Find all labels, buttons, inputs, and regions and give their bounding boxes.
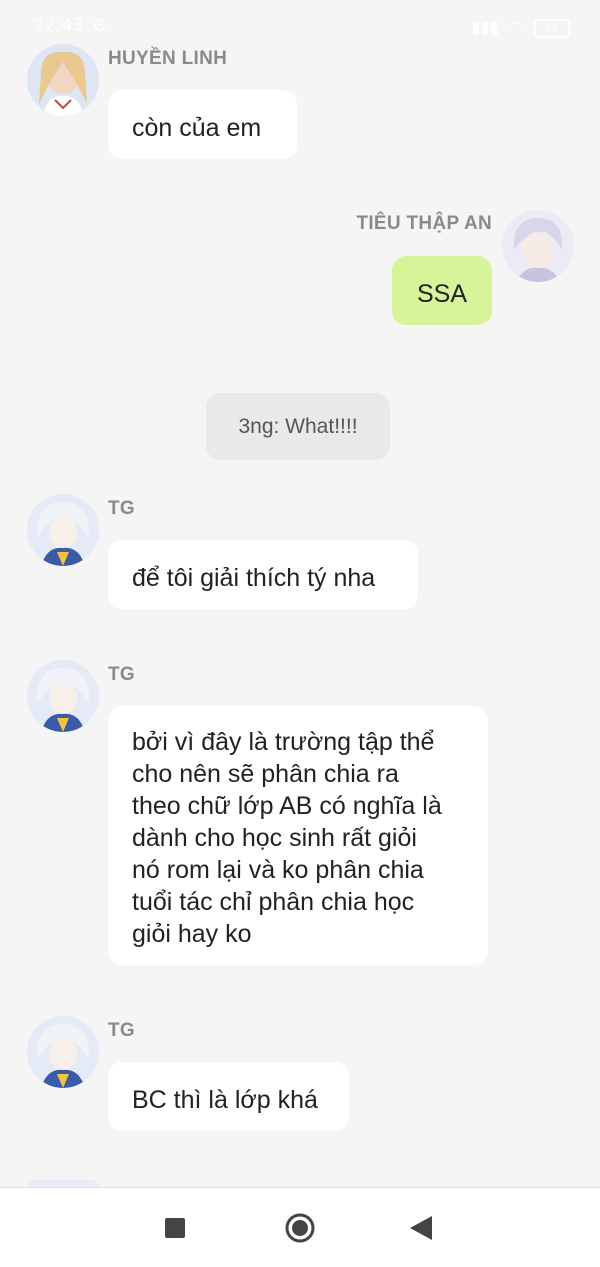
sender-name: HUYỀN LINH — [108, 48, 228, 69]
battery-icon: 58 — [534, 18, 570, 38]
system-notice: 3ng: What!!!! — [206, 393, 390, 460]
message-bubble[interactable]: để tôi giải thích tý nha — [108, 540, 418, 609]
back-triangle-icon[interactable] — [410, 1216, 432, 1244]
tg-avatar[interactable] — [27, 660, 99, 732]
settings-icon: ⚙ — [92, 16, 108, 36]
message-bubble[interactable]: còn của em — [108, 90, 297, 159]
message-bubble[interactable]: bởi vì đây là trường tập thể cho nên sẽ … — [108, 706, 488, 965]
status-indicators: ▮▮▮ ◠ 58 — [471, 18, 570, 38]
girl-avatar[interactable] — [27, 44, 99, 116]
message-bubble[interactable]: SSA — [392, 256, 492, 325]
sender-name: TIÊU THẬP AN — [356, 213, 492, 234]
chat-screen: 22:43 ⚙ ▮▮▮ ◠ 58 HUYỀN LINH còn của em T… — [0, 0, 600, 1267]
wifi-icon: ◠ — [509, 18, 524, 38]
recents-square-icon[interactable] — [165, 1218, 185, 1242]
sender-name: TG — [108, 498, 135, 519]
navigation-bar — [0, 1187, 600, 1267]
boy-avatar[interactable] — [502, 210, 574, 282]
sender-name: TG — [108, 664, 135, 685]
home-circle-icon[interactable] — [284, 1212, 316, 1248]
sender-name: TG — [108, 1020, 135, 1041]
tg-avatar[interactable] — [27, 494, 99, 566]
tg-avatar[interactable] — [27, 1016, 99, 1088]
message-bubble[interactable]: BC thì là lớp khá — [108, 1062, 349, 1131]
status-time: 22:43 — [34, 16, 83, 36]
signal-icon: ▮▮▮ — [471, 18, 500, 38]
status-bar: 22:43 ⚙ ▮▮▮ ◠ 58 — [0, 0, 600, 56]
